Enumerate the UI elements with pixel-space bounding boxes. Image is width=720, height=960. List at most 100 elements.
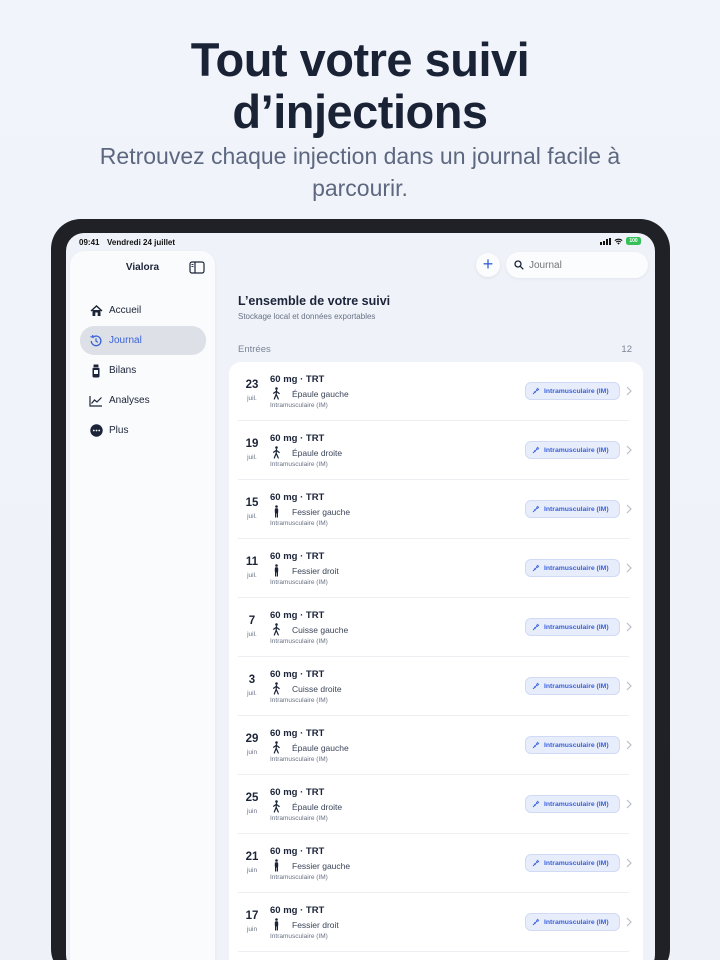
- entry-route: Intramusculaire (IM): [270, 874, 328, 881]
- entry-route: Intramusculaire (IM): [270, 933, 328, 940]
- entry-route: Intramusculaire (IM): [270, 638, 328, 645]
- entry-dose: 60 mg · TRT: [270, 433, 325, 444]
- syringe-icon: [532, 741, 540, 749]
- list-item[interactable]: 15 juil. 60 mg · TRT Fessier gauche Intr…: [229, 480, 643, 539]
- sidebar-item-label: Analyses: [109, 395, 150, 406]
- entry-site: Cuisse gauche: [292, 625, 349, 635]
- entry-day: 19: [245, 438, 259, 450]
- route-badge: Intramusculaire (IM): [525, 795, 620, 813]
- sidebar-item-bilans[interactable]: Bilans: [80, 356, 206, 385]
- syringe-icon: [532, 682, 540, 690]
- list-item[interactable]: 3 juil. 60 mg · TRT Cuisse droite Intram…: [229, 657, 643, 716]
- entry-month: juin: [246, 808, 258, 815]
- entry-site: Fessier gauche: [292, 861, 351, 871]
- list-item[interactable]: 29 juin 60 mg · TRT Épaule gauche Intram…: [229, 716, 643, 775]
- sidebar-item-analyses[interactable]: Analyses: [80, 386, 206, 415]
- list-item[interactable]: 19 juil. 60 mg · TRT Épaule droite Intra…: [229, 421, 643, 480]
- chevron-right-icon: [626, 799, 632, 809]
- sidebar-item-plus[interactable]: Plus: [80, 416, 206, 445]
- syringe-icon: [532, 564, 540, 572]
- cellular-signal-icon: [600, 237, 611, 245]
- walking-figure-icon: [273, 682, 280, 695]
- route-badge-label: Intramusculaire (IM): [544, 446, 609, 454]
- entry-month: juil.: [247, 395, 257, 402]
- entry-site: Fessier gauche: [292, 507, 351, 517]
- list-item[interactable]: 21 juin 60 mg · TRT Fessier gauche Intra…: [229, 834, 643, 893]
- entry-route: Intramusculaire (IM): [270, 697, 328, 704]
- route-badge: Intramusculaire (IM): [525, 441, 620, 459]
- sidebar-item-label: Bilans: [109, 365, 137, 376]
- walking-figure-icon: [273, 741, 280, 754]
- entry-route: Intramusculaire (IM): [270, 815, 328, 822]
- entry-route: Intramusculaire (IM): [270, 461, 328, 468]
- entry-month: juil.: [247, 454, 257, 461]
- sidebar-toggle-icon[interactable]: [189, 261, 205, 274]
- entry-day: 17: [245, 910, 259, 922]
- content-subtitle: Stockage local et données exportables: [238, 312, 376, 321]
- wifi-icon: [614, 238, 623, 245]
- entry-site: Épaule droite: [292, 448, 343, 458]
- route-badge-label: Intramusculaire (IM): [544, 623, 609, 631]
- route-badge-label: Intramusculaire (IM): [544, 918, 609, 926]
- entry-dose: 60 mg · TRT: [270, 846, 325, 857]
- sidebar-header: Vialora: [70, 259, 215, 279]
- search-input[interactable]: [529, 259, 639, 271]
- entry-day: 7: [248, 615, 256, 627]
- status-date: Vendredi 24 juillet: [107, 238, 176, 247]
- sidebar-item-journal[interactable]: Journal: [80, 326, 206, 355]
- hero-title: Tout votre suivi d’injections: [0, 34, 720, 138]
- list-item[interactable]: 7 juil. 60 mg · TRT Cuisse gauche Intram…: [229, 598, 643, 657]
- route-badge: Intramusculaire (IM): [525, 559, 620, 577]
- sidebar: Vialora Accueil Journal Bilans Analyses: [70, 251, 215, 960]
- entry-site: Fessier droit: [292, 566, 339, 576]
- entry-month: juil.: [247, 690, 257, 697]
- list-item[interactable]: 25 juin 60 mg · TRT Épaule droite Intram…: [229, 775, 643, 834]
- syringe-icon: [532, 387, 540, 395]
- list-item[interactable]: 11 juil. 60 mg · TRT Fessier droit Intra…: [229, 539, 643, 598]
- route-badge-label: Intramusculaire (IM): [544, 505, 609, 513]
- entry-month: juin: [246, 926, 258, 933]
- chevron-right-icon: [626, 563, 632, 573]
- route-badge-label: Intramusculaire (IM): [544, 387, 609, 395]
- list-item[interactable]: 17 juin 60 mg · TRT Fessier droit Intram…: [229, 893, 643, 952]
- syringe-icon: [532, 446, 540, 454]
- plus-icon: +: [482, 254, 494, 274]
- entry-route: Intramusculaire (IM): [270, 520, 328, 527]
- syringe-icon: [532, 505, 540, 513]
- entry-site: Épaule gauche: [292, 743, 349, 753]
- entry-dose: 60 mg · TRT: [270, 905, 325, 916]
- entry-day: 15: [245, 497, 259, 509]
- chevron-right-icon: [626, 504, 632, 514]
- entry-dose: 60 mg · TRT: [270, 610, 325, 621]
- syringe-icon: [532, 859, 540, 867]
- syringe-icon: [532, 918, 540, 926]
- walking-figure-icon: [273, 387, 280, 400]
- entry-site: Fessier droit: [292, 920, 339, 930]
- entry-month: juin: [246, 749, 258, 756]
- entry-dose: 60 mg · TRT: [270, 669, 325, 680]
- route-badge: Intramusculaire (IM): [525, 618, 620, 636]
- list-item[interactable]: 23 juil. 60 mg · TRT Épaule gauche Intra…: [229, 362, 643, 421]
- entry-dose: 60 mg · TRT: [270, 728, 325, 739]
- row-divider: [238, 951, 629, 952]
- search-bar[interactable]: [506, 252, 648, 278]
- section-label: Entrées: [238, 344, 271, 355]
- route-badge-label: Intramusculaire (IM): [544, 859, 609, 867]
- entry-month: juin: [246, 867, 258, 874]
- house-icon: [89, 304, 103, 318]
- sidebar-item-label: Accueil: [109, 305, 142, 316]
- chevron-right-icon: [626, 386, 632, 396]
- sidebar-item-accueil[interactable]: Accueil: [80, 296, 206, 325]
- add-entry-button[interactable]: +: [476, 253, 500, 277]
- status-bar: 09:41 Vendredi 24 juillet 100: [66, 233, 655, 251]
- syringe-icon: [532, 623, 540, 631]
- toolbar: +: [216, 251, 655, 285]
- entry-day: 3: [248, 674, 256, 686]
- entry-dose: 60 mg · TRT: [270, 551, 325, 562]
- sidebar-item-label: Plus: [109, 425, 129, 436]
- standing-figure-icon: [274, 859, 279, 872]
- entry-dose: 60 mg · TRT: [270, 492, 325, 503]
- chevron-right-icon: [626, 445, 632, 455]
- entry-month: juil.: [247, 572, 257, 579]
- section-count: 12: [621, 344, 632, 355]
